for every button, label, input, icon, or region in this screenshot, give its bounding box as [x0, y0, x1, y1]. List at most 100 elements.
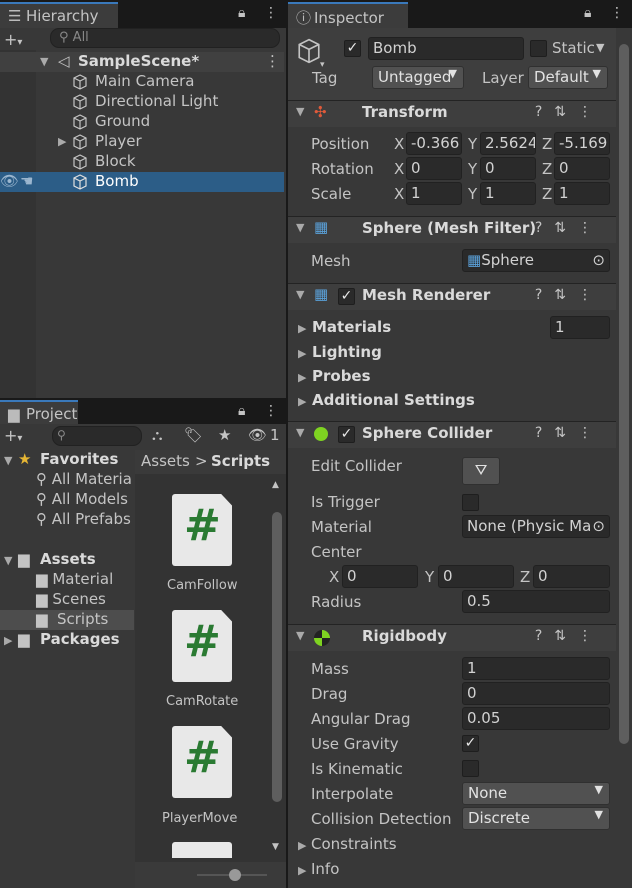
materials-count-field[interactable]: 1: [550, 316, 610, 339]
layer-dropdown[interactable]: Default ▼: [528, 66, 608, 89]
center-y-field[interactable]: 0: [438, 565, 514, 588]
use-gravity-checkbox[interactable]: ✓: [462, 735, 479, 752]
pickable-hand-icon[interactable]: ☚: [20, 172, 33, 190]
component-header-icons[interactable]: ?⇅⋮: [535, 104, 604, 120]
collision-detection-dropdown[interactable]: Discrete ▼: [462, 807, 610, 830]
angular-drag-field[interactable]: 0.05: [462, 707, 610, 730]
physic-material-field[interactable]: None (Physic Ma ⊙: [462, 515, 610, 538]
hierarchy-item-bomb[interactable]: 👁︎ ☚ Bomb: [0, 172, 284, 192]
expand-arrow-icon[interactable]: ▼: [4, 454, 12, 467]
hierarchy-item-directional-light[interactable]: Directional Light: [0, 92, 284, 112]
object-picker-icon[interactable]: ⊙: [592, 517, 605, 535]
rotation-x-field[interactable]: 0: [406, 157, 462, 180]
more-menu-icon[interactable]: ⋮: [264, 403, 278, 419]
tag-dropdown[interactable]: Untagged ▼: [372, 66, 464, 89]
folder-scenes[interactable]: ▆ Scenes: [36, 590, 106, 608]
scale-x-field[interactable]: 1: [406, 182, 462, 205]
lock-icon[interactable]: 🔒︎: [238, 5, 245, 21]
component-header-icons[interactable]: ?⇅⋮: [535, 628, 604, 644]
is-trigger-checkbox[interactable]: [462, 494, 479, 511]
lock-icon[interactable]: 🔒︎: [238, 403, 245, 419]
scene-row[interactable]: ▼ ◁ SampleScene* ⋮: [0, 52, 284, 72]
hierarchy-item-player[interactable]: ▶ Player: [0, 132, 284, 152]
collapsed-arrow-icon[interactable]: ▶: [298, 322, 306, 335]
transform-header[interactable]: ▼ ✣ Transform ?⇅⋮: [288, 101, 616, 127]
radius-field[interactable]: 0.5: [462, 590, 610, 613]
lighting-foldout[interactable]: Lighting: [312, 343, 382, 361]
zoom-slider-handle[interactable]: [229, 869, 241, 881]
filter-by-type-icon[interactable]: ⛬: [152, 426, 163, 444]
center-z-field[interactable]: 0: [533, 565, 610, 588]
project-search-input[interactable]: ⚲: [52, 426, 142, 446]
favorite-all-models[interactable]: ⚲ All Models: [36, 490, 128, 508]
additional-settings-foldout[interactable]: Additional Settings: [312, 391, 475, 409]
favorite-star-icon[interactable]: ★: [218, 426, 231, 444]
sphere-collider-enabled-checkbox[interactable]: ✓: [338, 426, 355, 443]
folder-scripts[interactable]: ▆ Scripts: [0, 610, 134, 630]
script-file-camrotate[interactable]: # CamRotate: [157, 610, 251, 726]
info-foldout[interactable]: Info: [311, 860, 339, 878]
rotation-y-field[interactable]: 0: [480, 157, 536, 180]
mesh-renderer-enabled-checkbox[interactable]: ✓: [338, 288, 355, 305]
probes-foldout[interactable]: Probes: [312, 367, 371, 385]
position-y-field[interactable]: 2.5624: [480, 132, 536, 155]
scroll-down-icon[interactable]: ▼: [272, 842, 279, 852]
breadcrumb-assets[interactable]: Assets: [141, 452, 190, 470]
object-name-field[interactable]: Bomb: [368, 37, 524, 60]
mesh-filter-header[interactable]: ▼ ▦ Sphere (Mesh Filter) ?⇅⋮: [288, 217, 616, 243]
static-checkbox[interactable]: [530, 40, 547, 57]
scene-menu-icon[interactable]: ⋮: [265, 52, 280, 70]
component-header-icons[interactable]: ?⇅⋮: [535, 220, 604, 236]
sphere-collider-header[interactable]: ▼ ✓ Sphere Collider ?⇅⋮: [288, 422, 616, 448]
collapsed-arrow-icon[interactable]: ▶: [298, 395, 306, 408]
mesh-renderer-header[interactable]: ▼ ▦ ✓ Mesh Renderer ?⇅⋮: [288, 284, 616, 310]
inspector-scrollbar[interactable]: [619, 44, 629, 744]
position-z-field[interactable]: -5.169: [554, 132, 610, 155]
favorite-all-materials[interactable]: ⚲ All Materia: [36, 470, 132, 488]
add-icon[interactable]: +▾: [4, 426, 22, 445]
tab-hierarchy[interactable]: ☰ Hierarchy: [0, 2, 118, 29]
mass-field[interactable]: 1: [462, 657, 610, 680]
tab-project[interactable]: ▆ Project: [0, 400, 78, 427]
add-icon[interactable]: +▾: [4, 30, 22, 49]
hierarchy-item-ground[interactable]: Ground: [0, 112, 284, 132]
breadcrumb-scripts[interactable]: Scripts: [211, 452, 270, 470]
hidden-packages-icon[interactable]: 👁︎: [248, 426, 267, 444]
component-header-icons[interactable]: ?⇅⋮: [535, 425, 604, 441]
position-x-field[interactable]: -0.366: [406, 132, 462, 155]
collapsed-arrow-icon[interactable]: ▶: [58, 135, 66, 148]
edit-collider-button[interactable]: ⛛: [462, 457, 500, 485]
expand-arrow-icon[interactable]: ▼: [40, 55, 48, 68]
collapsed-arrow-icon[interactable]: ▶: [4, 634, 12, 647]
more-menu-icon[interactable]: ⋮: [610, 5, 624, 21]
center-x-field[interactable]: 0: [342, 565, 418, 588]
packages-folder[interactable]: Packages: [40, 630, 120, 648]
collapsed-arrow-icon[interactable]: ▶: [298, 864, 306, 877]
drag-field[interactable]: 0: [462, 682, 610, 705]
hierarchy-item-block[interactable]: Block: [0, 152, 284, 172]
hierarchy-search-input[interactable]: ⚲ All: [50, 28, 280, 48]
constraints-foldout[interactable]: Constraints: [311, 835, 397, 853]
rotation-z-field[interactable]: 0: [554, 157, 610, 180]
hierarchy-item-main-camera[interactable]: Main Camera: [0, 72, 284, 92]
expand-arrow-icon[interactable]: ▼: [4, 554, 12, 567]
assets-folder[interactable]: Assets: [40, 550, 96, 568]
collapsed-arrow-icon[interactable]: ▶: [298, 347, 306, 360]
filter-by-label-icon[interactable]: 🏷︎: [184, 426, 203, 444]
collapsed-arrow-icon[interactable]: ▶: [298, 371, 306, 384]
collapsed-arrow-icon[interactable]: ▶: [298, 839, 306, 852]
project-scrollbar[interactable]: [272, 512, 282, 802]
folder-material[interactable]: ▆ Material: [36, 570, 113, 588]
lock-icon[interactable]: 🔒︎: [584, 5, 591, 21]
visibility-eye-icon[interactable]: 👁︎: [0, 172, 19, 190]
component-header-icons[interactable]: ?⇅⋮: [535, 287, 604, 303]
scale-y-field[interactable]: 1: [480, 182, 536, 205]
object-picker-icon[interactable]: ⊙: [592, 251, 605, 269]
mesh-object-field[interactable]: ▦Sphere ⊙: [462, 249, 610, 272]
scroll-up-icon[interactable]: ▲: [272, 480, 279, 490]
script-file-playermove[interactable]: # PlayerMove: [157, 726, 251, 842]
static-dropdown-icon[interactable]: ▼: [596, 41, 604, 54]
favorite-all-prefabs[interactable]: ⚲ All Prefabs: [36, 510, 131, 528]
is-kinematic-checkbox[interactable]: [462, 760, 479, 777]
materials-foldout[interactable]: Materials: [312, 318, 391, 336]
